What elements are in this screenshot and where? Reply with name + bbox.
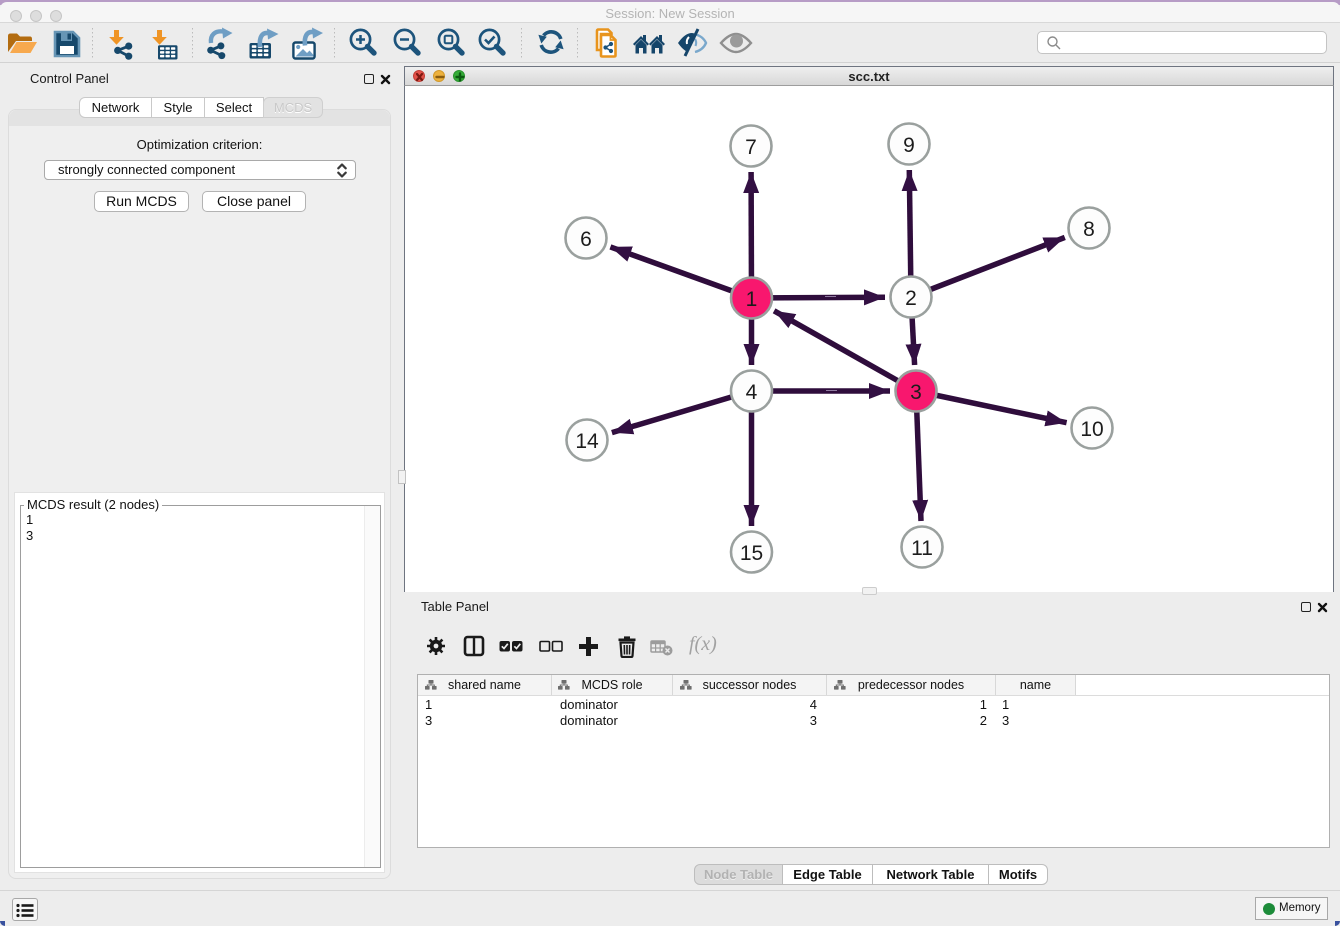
svg-text:3: 3 bbox=[910, 381, 922, 404]
svg-text:1: 1 bbox=[746, 288, 758, 311]
svg-text:4: 4 bbox=[746, 381, 758, 404]
svg-text:14: 14 bbox=[575, 430, 599, 453]
svg-text:11: 11 bbox=[911, 537, 933, 560]
svg-text:9: 9 bbox=[903, 134, 915, 157]
svg-text:2: 2 bbox=[905, 287, 917, 310]
svg-text:8: 8 bbox=[1083, 218, 1095, 241]
svg-text:15: 15 bbox=[740, 542, 763, 565]
svg-text:10: 10 bbox=[1080, 418, 1103, 441]
svg-text:7: 7 bbox=[745, 136, 757, 159]
svg-text:6: 6 bbox=[580, 228, 592, 251]
